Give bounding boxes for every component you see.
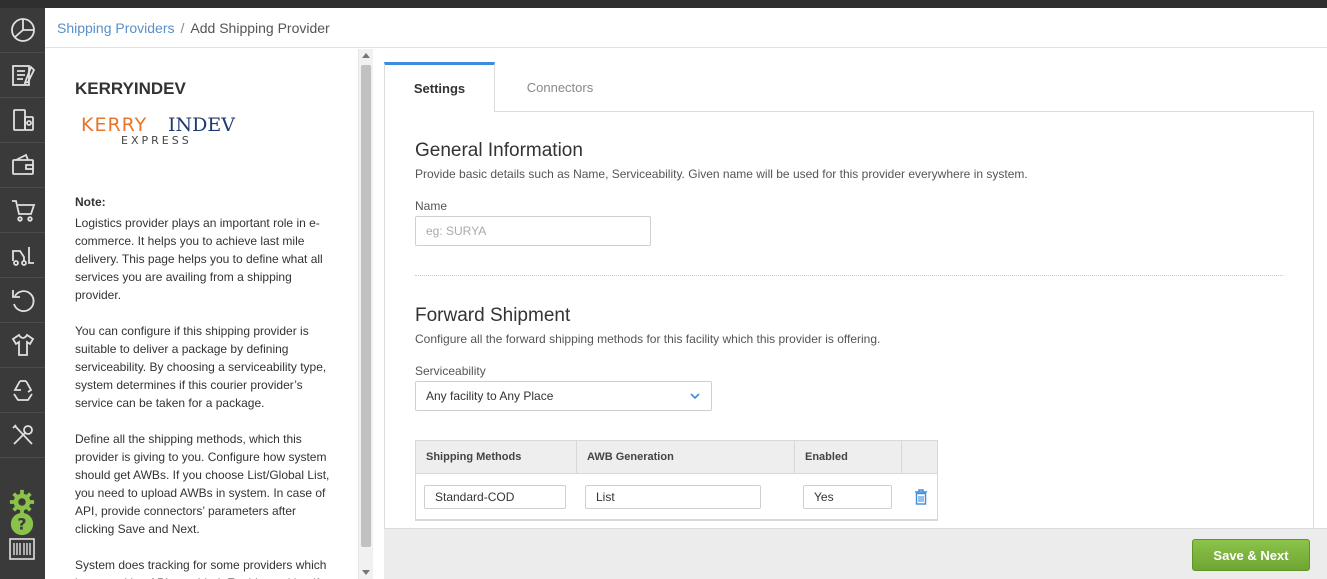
column-header-actions (902, 441, 937, 473)
sidebar-item-returns[interactable] (0, 278, 45, 323)
svg-text:EXPRESS: EXPRESS (121, 134, 192, 147)
cart-icon (11, 200, 35, 222)
main-panel: Settings Connectors General Information … (384, 62, 1314, 579)
trash-icon[interactable] (914, 488, 928, 505)
recycle-icon (12, 380, 33, 401)
sidebar-rail: ? (0, 0, 45, 579)
column-header-enabled: Enabled (795, 441, 902, 473)
breadcrumb: Shipping Providers / Add Shipping Provid… (45, 8, 1327, 48)
table-header: Shipping Methods AWB Generation Enabled (416, 441, 937, 474)
column-header-awb-generation: AWB Generation (577, 441, 795, 473)
payments-icon (11, 153, 34, 175)
dashboard-icon (10, 18, 35, 42)
breadcrumb-shipping-providers-link[interactable]: Shipping Providers (57, 20, 175, 36)
svg-text:INDEV: INDEV (168, 114, 235, 136)
barcode-icon[interactable] (8, 537, 36, 561)
svg-text:?: ? (17, 515, 26, 534)
tools-icon (11, 424, 33, 445)
settings-panel: General Information Provide basic detail… (384, 112, 1314, 579)
tab-bar: Settings Connectors (384, 62, 1314, 113)
shipping-method-input[interactable]: Standard-COD (424, 484, 566, 509)
scrollbar-thumb[interactable] (361, 65, 371, 547)
tab-connectors[interactable]: Connectors (495, 62, 625, 112)
cell-enabled: Yes (795, 484, 902, 509)
note-paragraph: Logistics provider plays an important ro… (75, 216, 323, 302)
note-paragraph: You can configure if this shipping provi… (75, 324, 327, 410)
cell-actions (902, 488, 937, 505)
provider-name-heading: KERRYINDEV (75, 79, 186, 98)
name-input[interactable] (415, 216, 651, 246)
sidebar-item-dashboard[interactable] (0, 8, 45, 53)
serviceability-select[interactable]: Any facility to Any Place (415, 381, 712, 411)
scroll-down-arrow-icon[interactable] (362, 570, 370, 575)
sidebar-extra-icons: ? (0, 487, 45, 579)
sidebar-item-products[interactable] (0, 323, 45, 368)
section-divider (415, 275, 1283, 276)
chevron-down-icon (690, 393, 700, 400)
svg-text:KERRY: KERRY (81, 114, 147, 136)
column-header-shipping-methods: Shipping Methods (416, 441, 577, 473)
help-icon[interactable]: ? (8, 511, 36, 537)
sidebar-item-orders[interactable] (0, 53, 45, 98)
awb-generation-select[interactable]: List (585, 484, 761, 509)
sidebar-item-warehouse[interactable] (0, 233, 45, 278)
orders-icon (11, 65, 35, 86)
info-panel-scrollbar[interactable] (358, 49, 373, 579)
cell-shipping-method: Standard-COD (416, 484, 577, 509)
name-label: Name (415, 199, 448, 213)
forward-shipment-description: Configure all the forward shipping metho… (415, 332, 881, 346)
shipping-icon (12, 109, 34, 131)
shirt-icon (11, 333, 34, 356)
returns-icon (11, 290, 34, 313)
top-header-strip (45, 0, 1327, 8)
sidebar-item-payments[interactable] (0, 143, 45, 188)
kerryindev-logo: KERRY INDEV EXPRESS (81, 114, 235, 147)
sidebar-item-cart[interactable] (0, 188, 45, 233)
breadcrumb-separator: / (180, 19, 185, 36)
note-paragraph: System does tracking for some providers … (75, 558, 327, 579)
sidebar-item-tools[interactable] (0, 413, 45, 458)
forklift-icon (11, 247, 34, 266)
rail-top-strip (0, 0, 45, 8)
shipping-methods-table: Shipping Methods AWB Generation Enabled … (415, 440, 938, 521)
tab-settings[interactable]: Settings (384, 62, 495, 113)
serviceability-label: Serviceability (415, 364, 486, 378)
forward-shipment-title: Forward Shipment (415, 305, 571, 326)
general-information-description: Provide basic details such as Name, Serv… (415, 167, 1028, 181)
note-paragraph: Define all the shipping methods, which t… (75, 432, 330, 536)
cell-awb-generation: List (577, 484, 795, 509)
serviceability-selected-value: Any facility to Any Place (426, 389, 554, 403)
footer-bar: Save & Next (384, 528, 1327, 579)
table-row: Standard-COD List Yes (416, 474, 937, 520)
scroll-up-arrow-icon[interactable] (362, 53, 370, 58)
general-information-title: General Information (415, 140, 583, 161)
enabled-select[interactable]: Yes (803, 484, 892, 509)
save-and-next-button[interactable]: Save & Next (1192, 539, 1310, 571)
sidebar-item-recycle[interactable] (0, 368, 45, 413)
provider-info-panel: KERRYINDEV KERRY INDEV EXPRESS Note: Log… (45, 49, 358, 579)
sidebar-item-shipping[interactable] (0, 98, 45, 143)
breadcrumb-current: Add Shipping Provider (190, 19, 330, 36)
note-title: Note: (75, 195, 106, 209)
